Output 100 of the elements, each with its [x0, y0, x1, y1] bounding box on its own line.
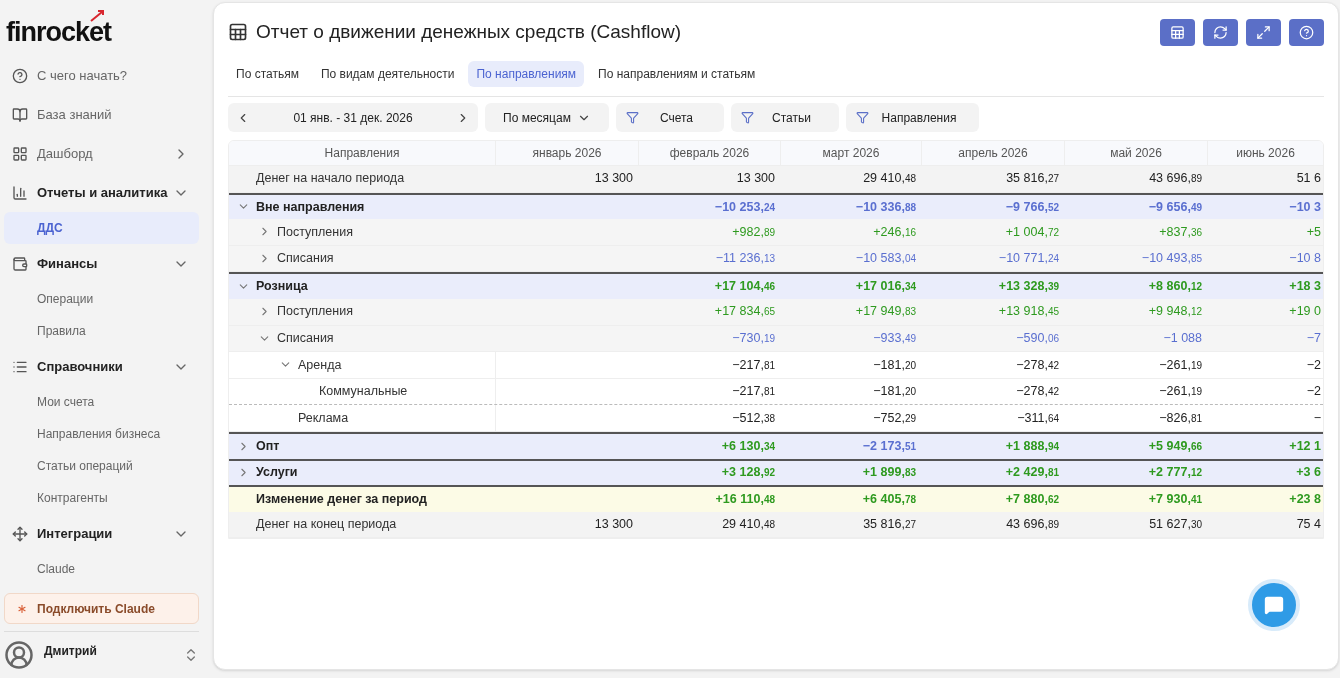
nav-item[interactable]: Справочники — [4, 347, 213, 386]
chat-button[interactable] — [1248, 579, 1300, 631]
filter-button[interactable]: Счета — [616, 103, 724, 132]
amount: −2 — [1306, 356, 1321, 374]
logo: finrocket — [4, 6, 213, 46]
tab[interactable]: По статьям — [228, 61, 307, 87]
amount: +246,16 — [873, 223, 916, 241]
column-header: январь 2026 — [532, 145, 602, 162]
nav-subitem[interactable]: Направления бизнеса — [4, 418, 199, 450]
expand-button[interactable] — [1246, 18, 1281, 46]
amount: +12 1 — [1289, 437, 1321, 455]
amount: 29 410,48 — [722, 516, 775, 534]
nav-icon — [12, 184, 28, 201]
amount: −217,81 — [732, 383, 775, 401]
amount: +5 — [1306, 223, 1321, 241]
amount: −217,81 — [732, 356, 775, 374]
nav-icon — [12, 145, 28, 162]
amount: −10 336,88 — [855, 198, 916, 216]
nav-item[interactable]: Отчеты и аналитика — [4, 173, 213, 212]
row-label: Вне направления — [256, 198, 365, 216]
spreadsheet-icon — [1170, 24, 1185, 40]
nav-icon — [12, 255, 28, 272]
nav-subitem[interactable]: Мои счета — [4, 386, 199, 418]
amount: +13 918,45 — [998, 303, 1059, 321]
amount: +17 834,65 — [714, 303, 775, 321]
amount: +5 949,66 — [1148, 437, 1202, 455]
amount: +1 899,83 — [862, 464, 916, 482]
amount: +8 860,12 — [1148, 278, 1202, 296]
amount: −752,29 — [873, 409, 916, 427]
excel-button[interactable] — [1160, 18, 1195, 46]
expand-icon — [1256, 24, 1271, 40]
column-header: февраль 2026 — [669, 145, 750, 162]
nav-subitem[interactable]: Контрагенты — [4, 482, 199, 514]
connect-button[interactable]: Подключить Claude — [4, 593, 199, 624]
tab[interactable]: По направлениям и статьям — [590, 61, 764, 87]
amount: +13 328,39 — [998, 278, 1059, 296]
amount: −2 173,51 — [862, 437, 916, 455]
row-label: Опт — [256, 437, 280, 455]
amount: +16 110,48 — [715, 491, 775, 509]
amount: −512,38 — [732, 409, 775, 427]
user-name: Дмитрий — [44, 643, 98, 660]
amount: −311,64 — [1017, 409, 1059, 427]
refresh-button[interactable] — [1203, 18, 1238, 46]
amount: 75 4 — [1296, 516, 1321, 534]
amount: 43 696,89 — [1149, 170, 1202, 188]
nav-item[interactable]: База знаний — [4, 95, 213, 134]
period-dropdown[interactable]: По месяцам — [485, 103, 609, 132]
filter-icon — [626, 111, 639, 124]
row-label: Списания — [277, 330, 334, 347]
amount: 35 816,27 — [863, 516, 916, 534]
row-label: Изменение денег за период — [256, 491, 427, 509]
nav-item[interactable]: Дашборд — [4, 134, 213, 173]
amount: −181,20 — [873, 356, 916, 374]
nav-item[interactable]: Интеграции — [4, 514, 213, 553]
amount: −10 771,24 — [998, 250, 1059, 268]
tab[interactable]: По видам деятельности — [312, 61, 463, 87]
nav-icon — [12, 106, 28, 123]
amount: +9 948,12 — [1148, 303, 1202, 321]
nav-subitem[interactable]: ДДС — [4, 212, 199, 244]
row-label: Услуги — [256, 464, 298, 482]
amount: −261,19 — [1159, 356, 1202, 374]
filter-button[interactable]: Статьи — [731, 103, 839, 132]
row-label: Аренда — [298, 356, 342, 374]
amount: −10 8 — [1289, 250, 1321, 268]
nav-subitem[interactable]: Операции — [4, 283, 199, 315]
row-label: Реклама — [298, 409, 349, 427]
row-label: Списания — [277, 250, 334, 268]
filter-icon — [856, 111, 869, 124]
column-header: Направления — [324, 145, 400, 162]
report-icon — [228, 22, 248, 42]
amount: +18 3 — [1289, 278, 1321, 296]
page-title: Отчет о движении денежных средств (Cashflow) — [256, 19, 683, 44]
amount: −10 253,24 — [714, 198, 775, 216]
amount: 29 410,48 — [863, 170, 916, 188]
amount: −10 3 — [1289, 198, 1321, 216]
avatar-icon — [4, 640, 34, 670]
refresh-icon — [1213, 24, 1228, 40]
amount: −278,42 — [1016, 383, 1059, 401]
amount: +17 016,34 — [855, 278, 916, 296]
nav-icon — [12, 67, 28, 84]
nav-subitem[interactable]: Статьи операций — [4, 450, 199, 482]
amount: +3 6 — [1296, 464, 1321, 482]
date-range-picker[interactable]: 01 янв. - 31 дек. 2026 — [228, 103, 478, 132]
filter-button[interactable]: Направления — [846, 103, 979, 132]
row-label: Розница — [256, 278, 308, 296]
amount: 51 6 — [1296, 170, 1321, 188]
tab[interactable]: По направлениям — [468, 61, 585, 87]
amount: +837,36 — [1159, 223, 1202, 241]
amount: +6 130,34 — [721, 437, 775, 455]
column-header: апрель 2026 — [958, 145, 1028, 162]
nav-item[interactable]: Финансы — [4, 244, 213, 283]
amount: +2 777,12 — [1148, 464, 1202, 482]
amount: +23 8 — [1289, 491, 1321, 509]
column-header: июнь 2026 — [1236, 145, 1295, 162]
nav-item[interactable]: С чего начать? — [4, 56, 213, 95]
nav-subitem[interactable]: Правила — [4, 315, 199, 347]
amount: +7 930,41 — [1148, 491, 1202, 509]
amount: −11 236,13 — [715, 250, 775, 268]
help-button[interactable] — [1289, 18, 1324, 46]
nav-subitem[interactable]: Claude — [4, 553, 199, 585]
